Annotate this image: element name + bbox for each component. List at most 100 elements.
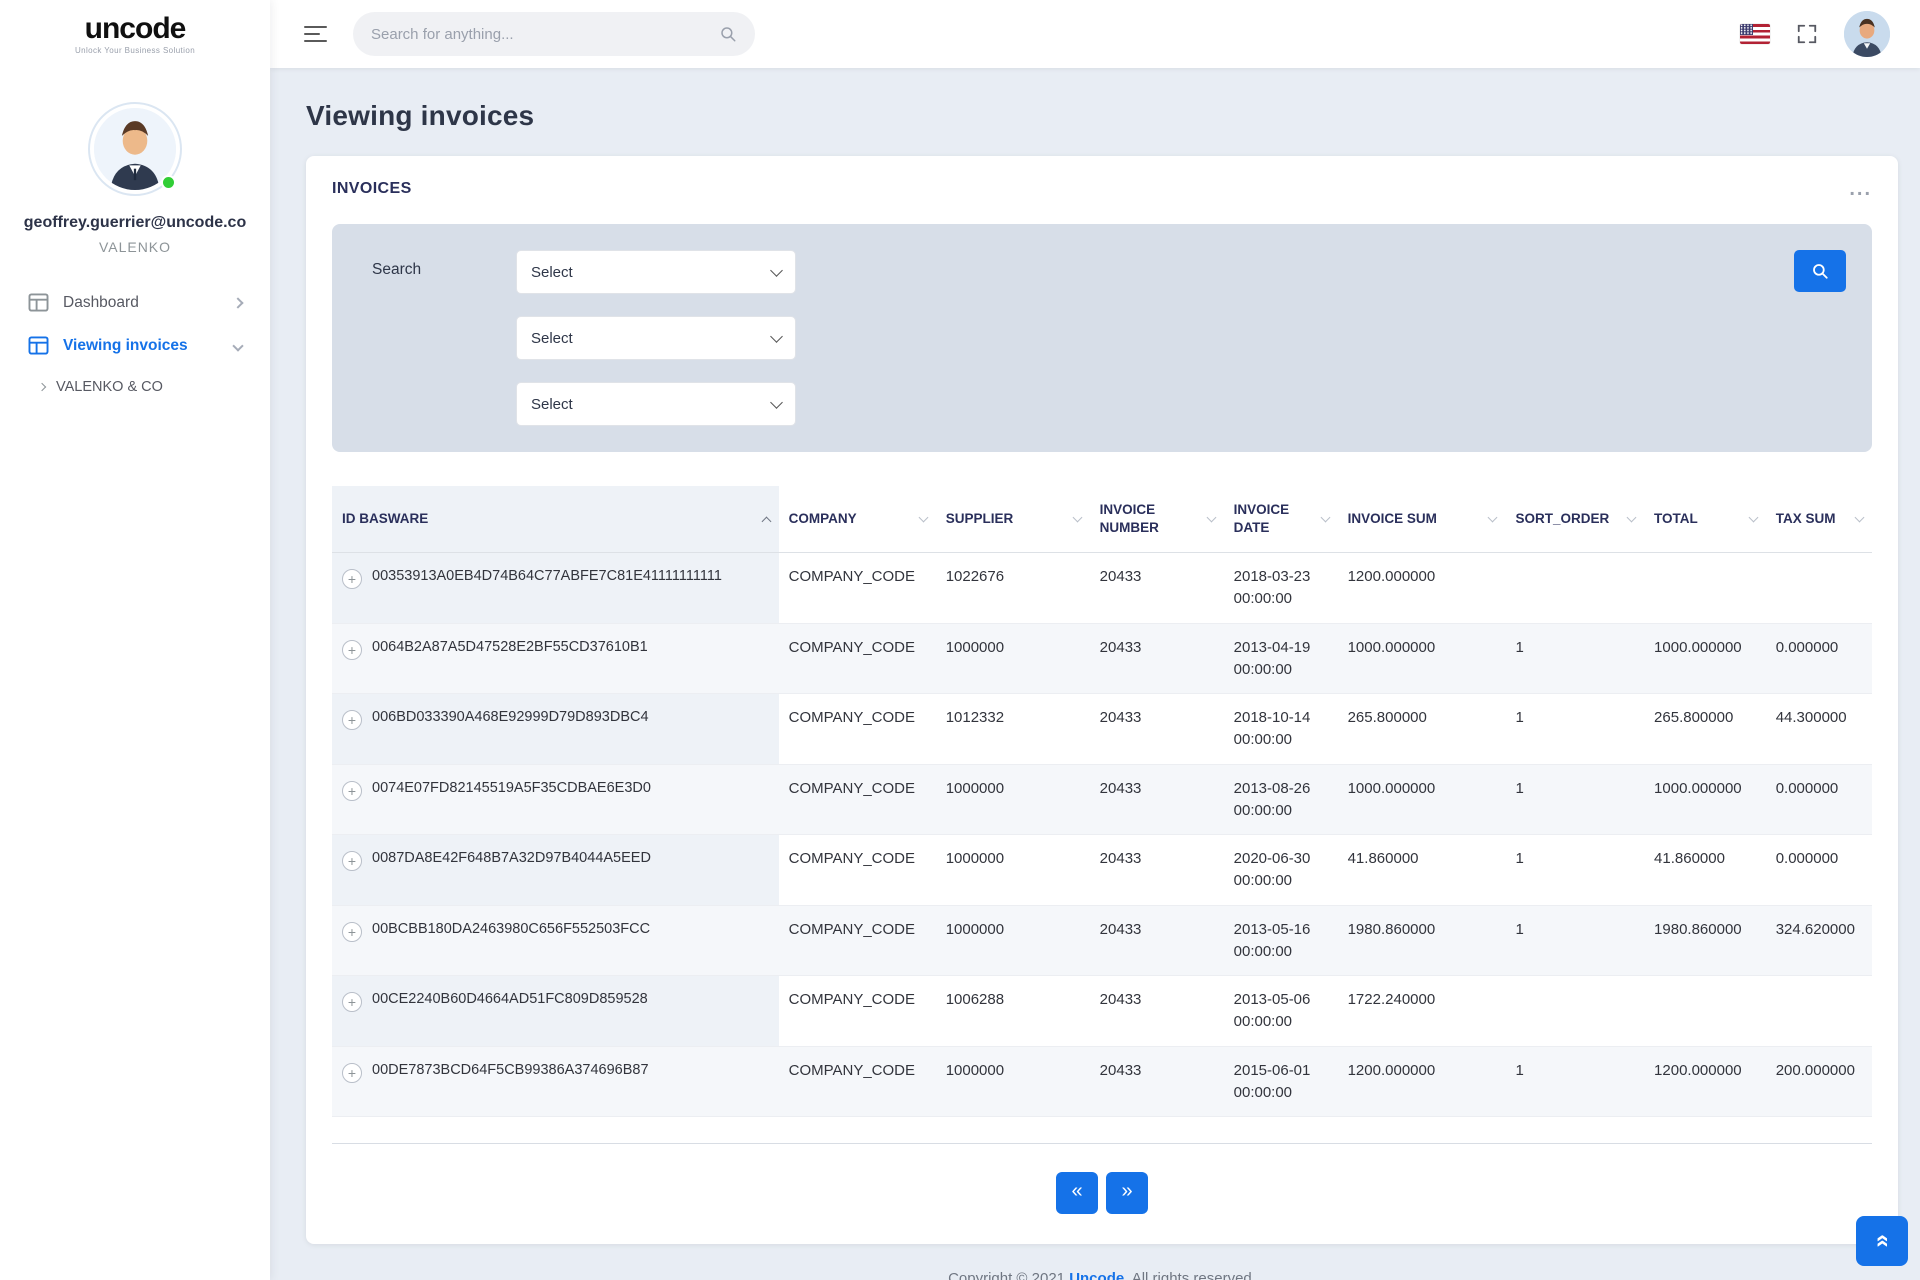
cell-invoice-date: 2018-10-14 00:00:00: [1223, 693, 1338, 765]
cell-total: 1980.860000: [1644, 905, 1766, 977]
hamburger-icon[interactable]: [304, 25, 327, 43]
sort-icon: [1206, 512, 1217, 523]
pagination-next-button[interactable]: »: [1106, 1172, 1148, 1215]
column-header[interactable]: INVOICE NUMBER: [1089, 486, 1224, 554]
footer-brand-link[interactable]: Uncode: [1069, 1270, 1124, 1280]
cell-invoice-sum: 1000.000000: [1337, 623, 1506, 695]
column-header[interactable]: TAX SUM: [1765, 486, 1872, 554]
sidebar-item-viewing-invoices[interactable]: Viewing invoices: [16, 324, 254, 367]
column-header[interactable]: INVOICE DATE: [1223, 486, 1338, 554]
double-chevron-up-icon: »: [1867, 1234, 1895, 1248]
cell-supplier: 1000000: [935, 623, 1090, 695]
sidebar-item-label: Dashboard: [63, 293, 139, 311]
online-status-dot: [161, 175, 176, 190]
expand-row-icon[interactable]: +: [342, 569, 362, 590]
column-header[interactable]: INVOICE SUM: [1337, 486, 1506, 554]
search-input[interactable]: [371, 25, 709, 43]
cell-company: COMPANY_CODE: [778, 552, 936, 624]
filter-select-wrap: Select: [516, 250, 796, 294]
filter-select-3[interactable]: Select: [516, 382, 796, 426]
cell-id: +00CE2240B60D4664AD51FC809D859528: [332, 975, 779, 1047]
cell-total: 1000.000000: [1644, 623, 1766, 695]
cell-invoice-sum: 265.800000: [1337, 693, 1506, 765]
column-header-label: INVOICE DATE: [1233, 502, 1290, 536]
cell-supplier: 1000000: [935, 834, 1090, 906]
user-avatar[interactable]: [1844, 11, 1890, 57]
column-header[interactable]: TOTAL: [1644, 486, 1766, 554]
page-content: Viewing invoices INVOICES ... Search Sel…: [270, 68, 1920, 1280]
sidebar-nav: Dashboard Viewing invoices VALENKO & CO: [0, 255, 270, 407]
expand-row-icon[interactable]: +: [342, 710, 362, 731]
fullscreen-icon[interactable]: [1796, 23, 1818, 45]
cell-company: COMPANY_CODE: [778, 764, 936, 836]
filter-search-button[interactable]: [1794, 250, 1846, 292]
sidebar-subitem-valenko-co[interactable]: VALENKO & CO: [16, 367, 254, 407]
invoice-id: 00DE7873BCD64F5CB99386A374696B87: [372, 1061, 649, 1078]
cell-sort-order: [1505, 975, 1645, 1047]
cell-tax-sum: 0.000000: [1765, 623, 1872, 695]
profile-avatar[interactable]: [88, 102, 182, 196]
cell-company: COMPANY_CODE: [778, 623, 936, 695]
cell-tax-sum: 0.000000: [1765, 764, 1872, 836]
filter-select-wrap: Select: [516, 382, 796, 426]
cell-sort-order: 1: [1505, 693, 1645, 765]
filter-select-wrap: Select: [516, 316, 796, 360]
cell-tax-sum: 324.620000: [1765, 905, 1872, 977]
sort-icon: [1626, 512, 1637, 523]
cell-invoice-number: 20433: [1089, 764, 1224, 836]
expand-row-icon[interactable]: +: [342, 921, 362, 942]
sidebar-item-dashboard[interactable]: Dashboard: [16, 281, 254, 324]
sidebar-subitem-label: VALENKO & CO: [56, 379, 163, 395]
cell-company: COMPANY_CODE: [778, 905, 936, 977]
column-header[interactable]: SUPPLIER: [935, 486, 1090, 554]
us-flag-icon[interactable]: [1740, 24, 1770, 44]
search-icon[interactable]: [719, 25, 737, 43]
cell-invoice-sum: 41.860000: [1337, 834, 1506, 906]
global-search: [353, 12, 755, 56]
cell-invoice-sum: 1980.860000: [1337, 905, 1506, 977]
cell-invoice-date: 2015-06-01 00:00:00: [1223, 1046, 1338, 1118]
column-header[interactable]: COMPANY: [778, 486, 936, 554]
expand-row-icon[interactable]: +: [342, 780, 362, 801]
sort-icon: [918, 512, 929, 523]
filters-panel: Search Select Select Select: [332, 224, 1872, 452]
sort-icon: [1488, 512, 1498, 523]
expand-row-icon[interactable]: +: [342, 639, 362, 660]
cell-total: 1200.000000: [1644, 1046, 1766, 1118]
expand-row-icon[interactable]: +: [342, 1062, 362, 1083]
footer: Copyright © 2021 Uncode. All rights rese…: [306, 1244, 1898, 1280]
filter-label: Search: [372, 261, 422, 278]
cell-invoice-number: 20433: [1089, 905, 1224, 977]
table-row: +0087DA8E42F648B7A32D97B4044A5EED COMPANY…: [332, 834, 1872, 906]
cell-invoice-number: 20433: [1089, 975, 1224, 1047]
brand-logo[interactable]: uncode Unlock Your Business Solution: [0, 0, 270, 68]
sort-icon: [1748, 512, 1759, 523]
filter-select-2[interactable]: Select: [516, 316, 796, 360]
column-header[interactable]: SORT_ORDER: [1505, 486, 1645, 554]
table-row: +006BD033390A468E92999D79D893DBC4 COMPANY…: [332, 693, 1872, 765]
cell-tax-sum: 44.300000: [1765, 693, 1872, 765]
invoice-id: 00BCBB180DA2463980C656F552503FCC: [372, 920, 651, 937]
table-row: +0074E07FD82145519A5F35CDBAE6E3D0 COMPANY…: [332, 764, 1872, 836]
cell-sort-order: 1: [1505, 834, 1645, 906]
main-area: Viewing invoices INVOICES ... Search Sel…: [270, 0, 1920, 1280]
invoice-id: 0064B2A87A5D47528E2BF55CD37610B1: [372, 638, 648, 655]
column-header-label: INVOICE SUM: [1347, 511, 1437, 527]
expand-row-icon[interactable]: +: [342, 851, 362, 872]
scroll-to-top-button[interactable]: »: [1856, 1216, 1908, 1266]
cell-supplier: 1006288: [935, 975, 1090, 1047]
cell-sort-order: 1: [1505, 1046, 1645, 1118]
cell-sort-order: 1: [1505, 764, 1645, 836]
cell-id: +00353913A0EB4D74B64C77ABFE7C81E41111111…: [332, 552, 779, 624]
expand-row-icon[interactable]: +: [342, 992, 362, 1013]
brand-name: uncode: [84, 11, 187, 45]
column-header[interactable]: ID BASWARE: [332, 486, 779, 554]
card-menu-button[interactable]: ...: [1849, 179, 1872, 199]
table-row: +00BCBB180DA2463980C656F552503FCC COMPANY…: [332, 905, 1872, 977]
column-header-label: TOTAL: [1654, 511, 1698, 527]
filter-select-1[interactable]: Select: [516, 250, 796, 294]
cell-sort-order: 1: [1505, 623, 1645, 695]
cell-id: +006BD033390A468E92999D79D893DBC4: [332, 693, 779, 765]
pagination-prev-button[interactable]: «: [1056, 1172, 1098, 1215]
cell-supplier: 1000000: [935, 764, 1090, 836]
